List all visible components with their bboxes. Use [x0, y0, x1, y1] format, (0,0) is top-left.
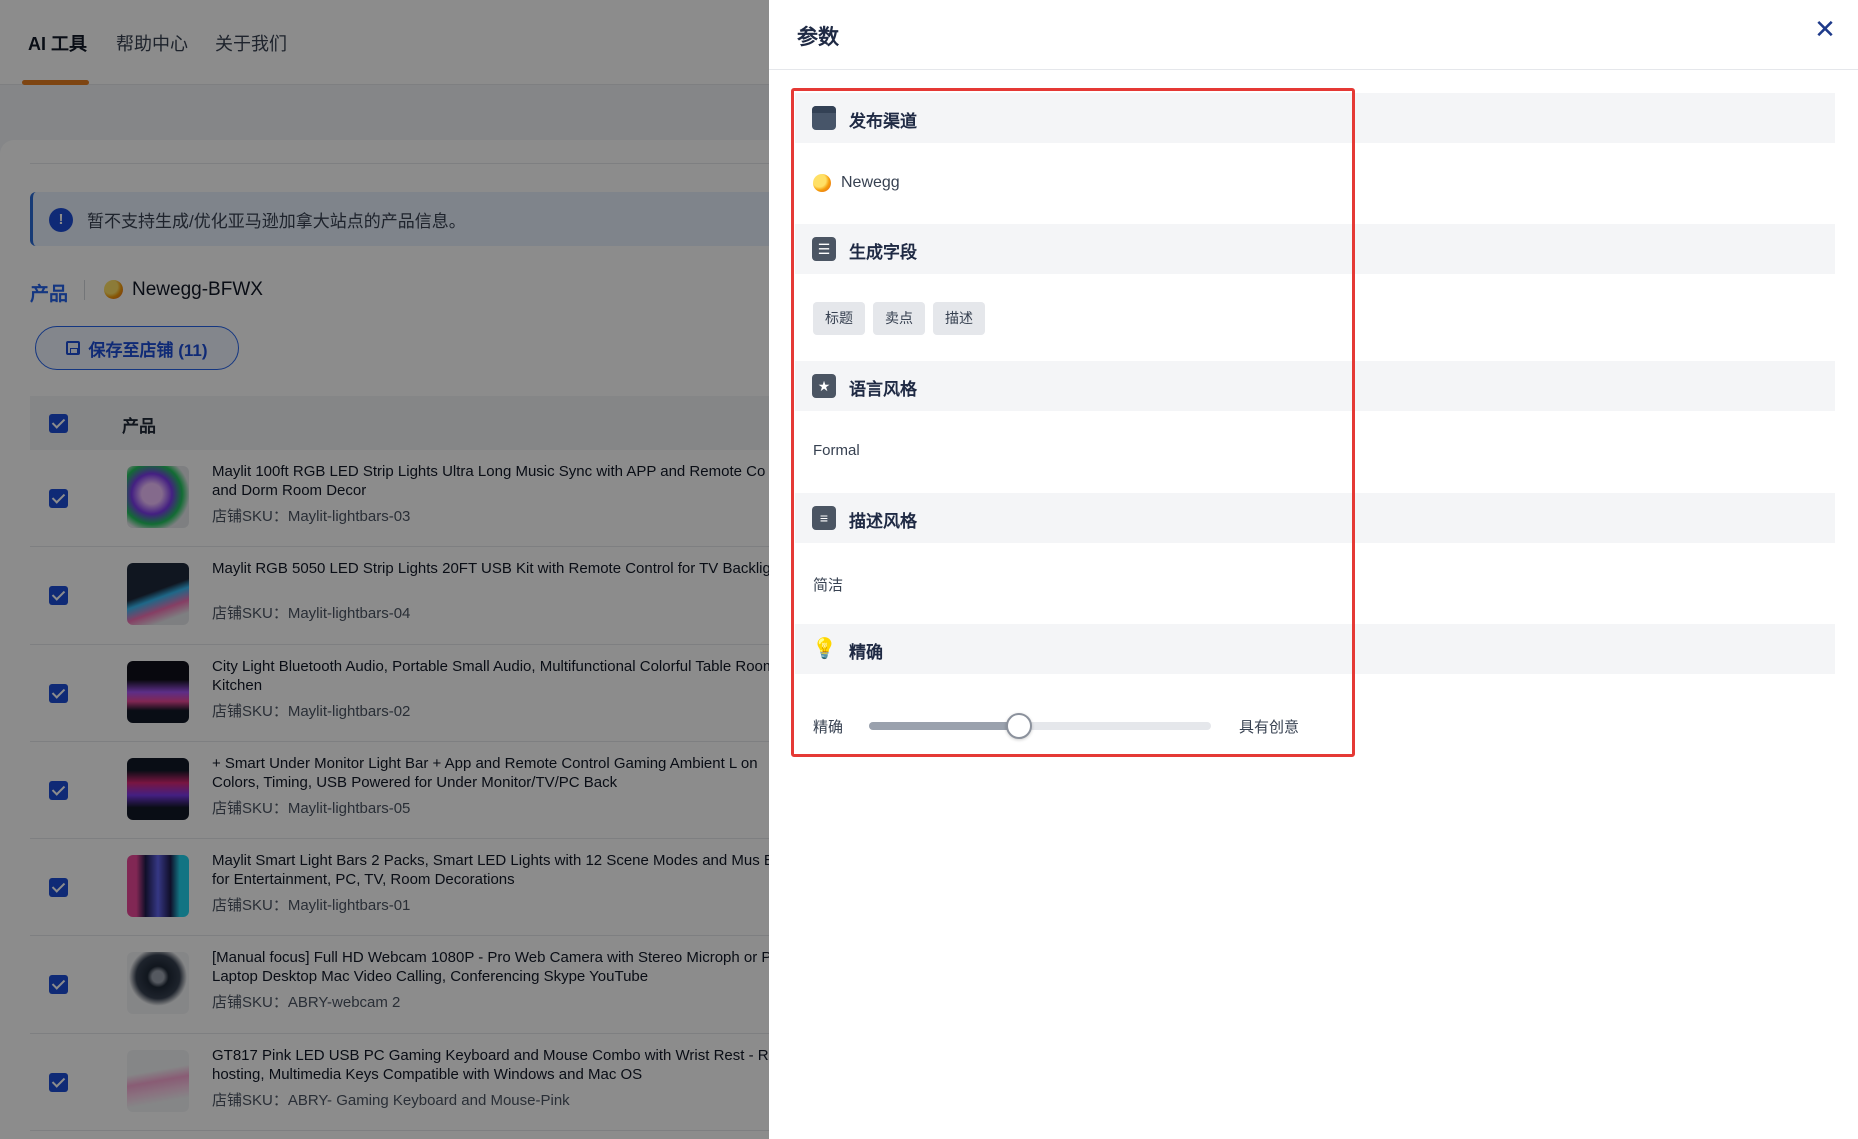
- slider-handle[interactable]: [1006, 713, 1033, 739]
- section-title: 语言风格: [849, 380, 917, 399]
- slider-fill: [869, 722, 1020, 730]
- chip-description: 描述: [933, 302, 985, 335]
- store-icon: [812, 106, 836, 130]
- section-language-style: ★ 语言风格: [795, 361, 1835, 411]
- newegg-logo-icon: [813, 174, 831, 192]
- field-chips: 标题 卖点 描述: [813, 302, 985, 335]
- precision-slider[interactable]: [869, 713, 1211, 739]
- section-publish-channel: 发布渠道: [795, 93, 1835, 143]
- section-description-style: ≡ 描述风格: [795, 493, 1835, 543]
- section-precision: 💡 精确: [795, 624, 1835, 674]
- list-bullet-icon: ≡: [812, 506, 836, 530]
- star-icon: ★: [812, 374, 836, 398]
- list-icon: ☰: [812, 237, 836, 261]
- slider-max-label: 具有创意: [1239, 719, 1300, 736]
- description-style-value: 简洁: [813, 577, 844, 594]
- section-generate-fields: ☰ 生成字段: [795, 224, 1835, 274]
- close-icon[interactable]: ✕: [1810, 14, 1840, 44]
- precision-slider-row: 精确 具有创意: [813, 712, 1333, 739]
- lightbulb-icon: 💡: [812, 638, 837, 660]
- section-title: 精确: [849, 643, 883, 662]
- slider-min-label: 精确: [813, 719, 844, 736]
- channel-name: Newegg: [841, 174, 900, 191]
- parameters-drawer: 参数 ✕ 发布渠道 Newegg ☰ 生成字段 标题 卖点 描述 ★ 语言风格 …: [769, 0, 1858, 1139]
- drawer-title: 参数: [797, 26, 839, 49]
- chip-selling-points: 卖点: [873, 302, 925, 335]
- section-title: 生成字段: [849, 243, 917, 262]
- chip-title: 标题: [813, 302, 865, 335]
- section-title: 发布渠道: [849, 112, 917, 131]
- channel-value: Newegg: [813, 172, 900, 194]
- language-style-value: Formal: [813, 442, 860, 459]
- section-title: 描述风格: [849, 512, 917, 531]
- drawer-header: 参数 ✕: [769, 0, 1858, 70]
